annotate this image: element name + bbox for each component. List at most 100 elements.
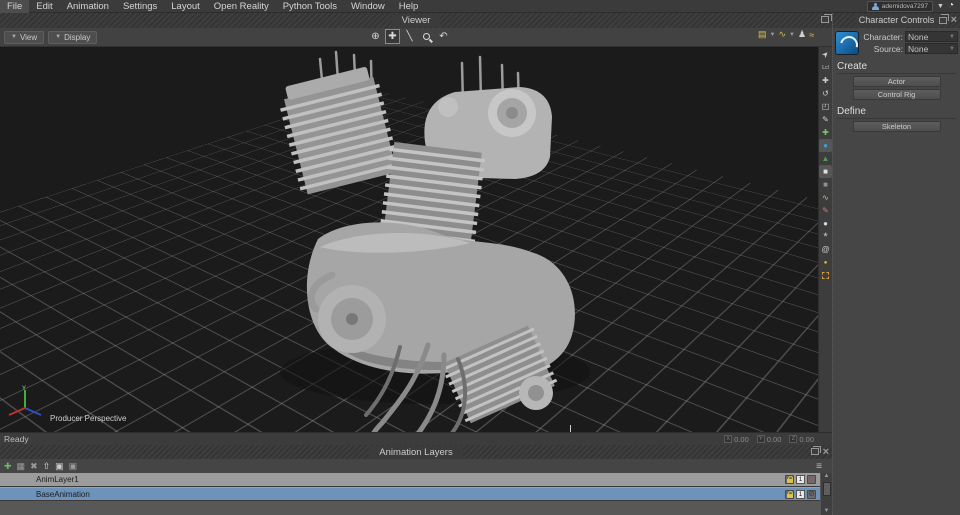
menu-python-tools[interactable]: Python Tools bbox=[276, 0, 344, 13]
animation-layers-close-icon[interactable]: × bbox=[823, 448, 829, 456]
layer-row-animlayer1[interactable]: AnimLayer1 1 ⊘ bbox=[0, 473, 820, 487]
axis-y-label: Y bbox=[22, 386, 26, 392]
character-controls-close-icon[interactable]: × bbox=[951, 16, 957, 24]
layer-weight-field[interactable]: 1 bbox=[796, 475, 805, 484]
menu-file[interactable]: File bbox=[0, 0, 29, 13]
menu-help[interactable]: Help bbox=[392, 0, 426, 13]
character-controls-titlebar: Character Controls × bbox=[833, 13, 960, 28]
skeleton-button[interactable]: Skeleton bbox=[853, 121, 941, 132]
lock-icon[interactable] bbox=[785, 475, 794, 484]
animation-layers-toolbar: ✚ ▦ ✖ ⇧ ▣ ▣ ≡ bbox=[0, 459, 832, 473]
keying-curve-icon[interactable]: ∿ bbox=[778, 29, 786, 40]
display-dropdown-button[interactable]: ▼ Display bbox=[48, 31, 97, 44]
layer-list-empty-area bbox=[0, 501, 820, 515]
menu-open-reality[interactable]: Open Reality bbox=[207, 0, 276, 13]
layer-folder-icon[interactable]: ▣ bbox=[55, 461, 64, 471]
coord-z-value: 0.00 bbox=[799, 435, 814, 444]
user-avatar-icon bbox=[872, 3, 879, 10]
translate-tool-icon[interactable]: ✚ bbox=[819, 74, 832, 87]
perspective-label: Producer Perspective bbox=[50, 414, 126, 423]
pen-tool-icon[interactable]: ✎ bbox=[819, 113, 832, 126]
curve-asset-icon[interactable]: ∿ bbox=[819, 191, 832, 204]
camera-tools: ⊕ ✚ ╲ ↶ bbox=[368, 29, 451, 44]
duplicate-layer-icon[interactable]: ▦ bbox=[17, 461, 26, 471]
undo-view-icon[interactable]: ↶ bbox=[436, 29, 451, 44]
layers-scrollbar[interactable]: ▲ ▼ bbox=[820, 473, 832, 515]
layer-weight-field[interactable]: 1 bbox=[796, 490, 805, 499]
coordinate-readout: X 0.00 Y 0.00 Z 0.00 bbox=[724, 435, 832, 444]
scale-tool-icon[interactable]: ◰ bbox=[819, 100, 832, 113]
spiral-asset-icon[interactable]: @ bbox=[819, 243, 832, 256]
scroll-up-icon[interactable]: ▲ bbox=[824, 473, 830, 480]
sphere-asset-icon[interactable]: ● bbox=[819, 139, 832, 152]
marker-asset-icon[interactable]: ✎ bbox=[819, 204, 832, 217]
coord-y-value: 0.00 bbox=[767, 435, 782, 444]
motionbuilder-logo-icon[interactable] bbox=[835, 31, 859, 55]
character-controls-panel: Character Controls × Character: None ▼ S… bbox=[832, 13, 960, 515]
zoom-camera-icon[interactable]: ╲ bbox=[402, 29, 417, 44]
menu-edit[interactable]: Edit bbox=[29, 0, 59, 13]
character-pose-icon[interactable]: ♟ bbox=[798, 29, 806, 40]
menu-settings[interactable]: Settings bbox=[116, 0, 164, 13]
chevron-down-icon[interactable]: ▼ bbox=[770, 32, 776, 38]
chevron-down-icon: ▼ bbox=[11, 34, 17, 40]
viewer-float-icon[interactable] bbox=[821, 16, 829, 23]
scroll-down-icon[interactable]: ▼ bbox=[824, 508, 830, 515]
character-select[interactable]: None ▼ bbox=[905, 31, 958, 42]
layers-menu-icon[interactable]: ≡ bbox=[816, 461, 822, 472]
coord-z[interactable]: Z 0.00 bbox=[789, 435, 814, 444]
tool-strip: ➤ Lcl ✚ ↺ ◰ ✎ ✚ ● ▲ ■ ■ ∿ ✎ ● * @ ● bbox=[818, 47, 832, 432]
add-asset-icon[interactable]: ✚ bbox=[819, 126, 832, 139]
mute-layer-icon[interactable]: ⊘ bbox=[807, 490, 816, 499]
username-label: ademidova7297 bbox=[882, 3, 928, 10]
mute-layer-icon[interactable]: ⊘ bbox=[807, 475, 816, 484]
merge-layer-icon[interactable]: ⇧ bbox=[43, 461, 51, 471]
scroll-thumb[interactable] bbox=[823, 482, 831, 496]
engine-model[interactable] bbox=[0, 47, 818, 432]
coord-x-label: X bbox=[724, 435, 732, 443]
3d-viewport[interactable]: Y Producer Perspective bbox=[0, 47, 818, 432]
character-value: None bbox=[908, 32, 928, 42]
delete-layer-icon[interactable]: ✖ bbox=[30, 461, 38, 471]
lock-icon[interactable] bbox=[785, 490, 794, 499]
orbit-camera-icon[interactable]: ⊕ bbox=[368, 29, 383, 44]
user-account-chip[interactable]: ademidova7297 bbox=[867, 1, 933, 12]
timeline-ruler-icon[interactable]: ▤ bbox=[758, 29, 767, 40]
define-section-header: Define bbox=[837, 106, 956, 119]
cone-asset-icon[interactable]: ▲ bbox=[819, 152, 832, 165]
selection-region-icon[interactable] bbox=[819, 269, 832, 282]
menu-layout[interactable]: Layout bbox=[164, 0, 207, 13]
add-layer-icon[interactable]: ✚ bbox=[4, 461, 12, 471]
character-controls-float-icon[interactable] bbox=[939, 17, 947, 24]
pan-camera-icon[interactable]: ✚ bbox=[385, 29, 400, 44]
viewer-titlebar: Viewer bbox=[0, 13, 832, 28]
actor-button[interactable]: Actor bbox=[853, 76, 941, 87]
view-dropdown-button[interactable]: ▼ View bbox=[4, 31, 44, 44]
user-dropdown-icon[interactable]: ▼ bbox=[937, 3, 944, 10]
star-asset-icon[interactable]: * bbox=[819, 230, 832, 243]
coord-y[interactable]: Y 0.00 bbox=[757, 435, 782, 444]
viewer-toolbar: ▼ View ▼ Display ⊕ ✚ ╲ ↶ ▤ ▼ ∿ ▼ ♟ ≈ bbox=[0, 28, 832, 47]
coord-x[interactable]: X 0.00 bbox=[724, 435, 749, 444]
snap-tools: ▤ ▼ ∿ ▼ ♟ ≈ bbox=[758, 29, 814, 40]
layer-folder2-icon[interactable]: ▣ bbox=[69, 461, 78, 471]
chevron-down-icon[interactable]: ▼ bbox=[789, 32, 795, 38]
cube2-asset-icon[interactable]: ■ bbox=[819, 178, 832, 191]
motion-trail-icon[interactable]: ≈ bbox=[809, 30, 814, 40]
control-rig-button[interactable]: Control Rig bbox=[853, 89, 941, 100]
clock-icon[interactable]: ◔ bbox=[948, 1, 954, 11]
rotate-tool-icon[interactable]: ↺ bbox=[819, 87, 832, 100]
animation-layers-float-icon[interactable] bbox=[811, 448, 819, 455]
menu-animation[interactable]: Animation bbox=[60, 0, 116, 13]
null-asset-icon[interactable]: ● bbox=[819, 217, 832, 230]
source-select[interactable]: None ▼ bbox=[905, 43, 958, 54]
display-button-label: Display bbox=[64, 33, 90, 42]
viewer-panel: Viewer ▼ View ▼ Display ⊕ ✚ ╲ ↶ ▤ ▼ ∿ ▼ … bbox=[0, 13, 832, 515]
cube-asset-icon[interactable]: ■ bbox=[819, 165, 832, 178]
layer-name: AnimLayer1 bbox=[0, 475, 79, 484]
menu-window[interactable]: Window bbox=[344, 0, 392, 13]
magnifier-icon[interactable] bbox=[419, 29, 434, 44]
layer-row-baseanimation[interactable]: BaseAnimation 1 ⊘ bbox=[0, 487, 820, 501]
status-ready-label: Ready bbox=[0, 434, 29, 444]
light-asset-icon[interactable]: ● bbox=[819, 256, 832, 269]
